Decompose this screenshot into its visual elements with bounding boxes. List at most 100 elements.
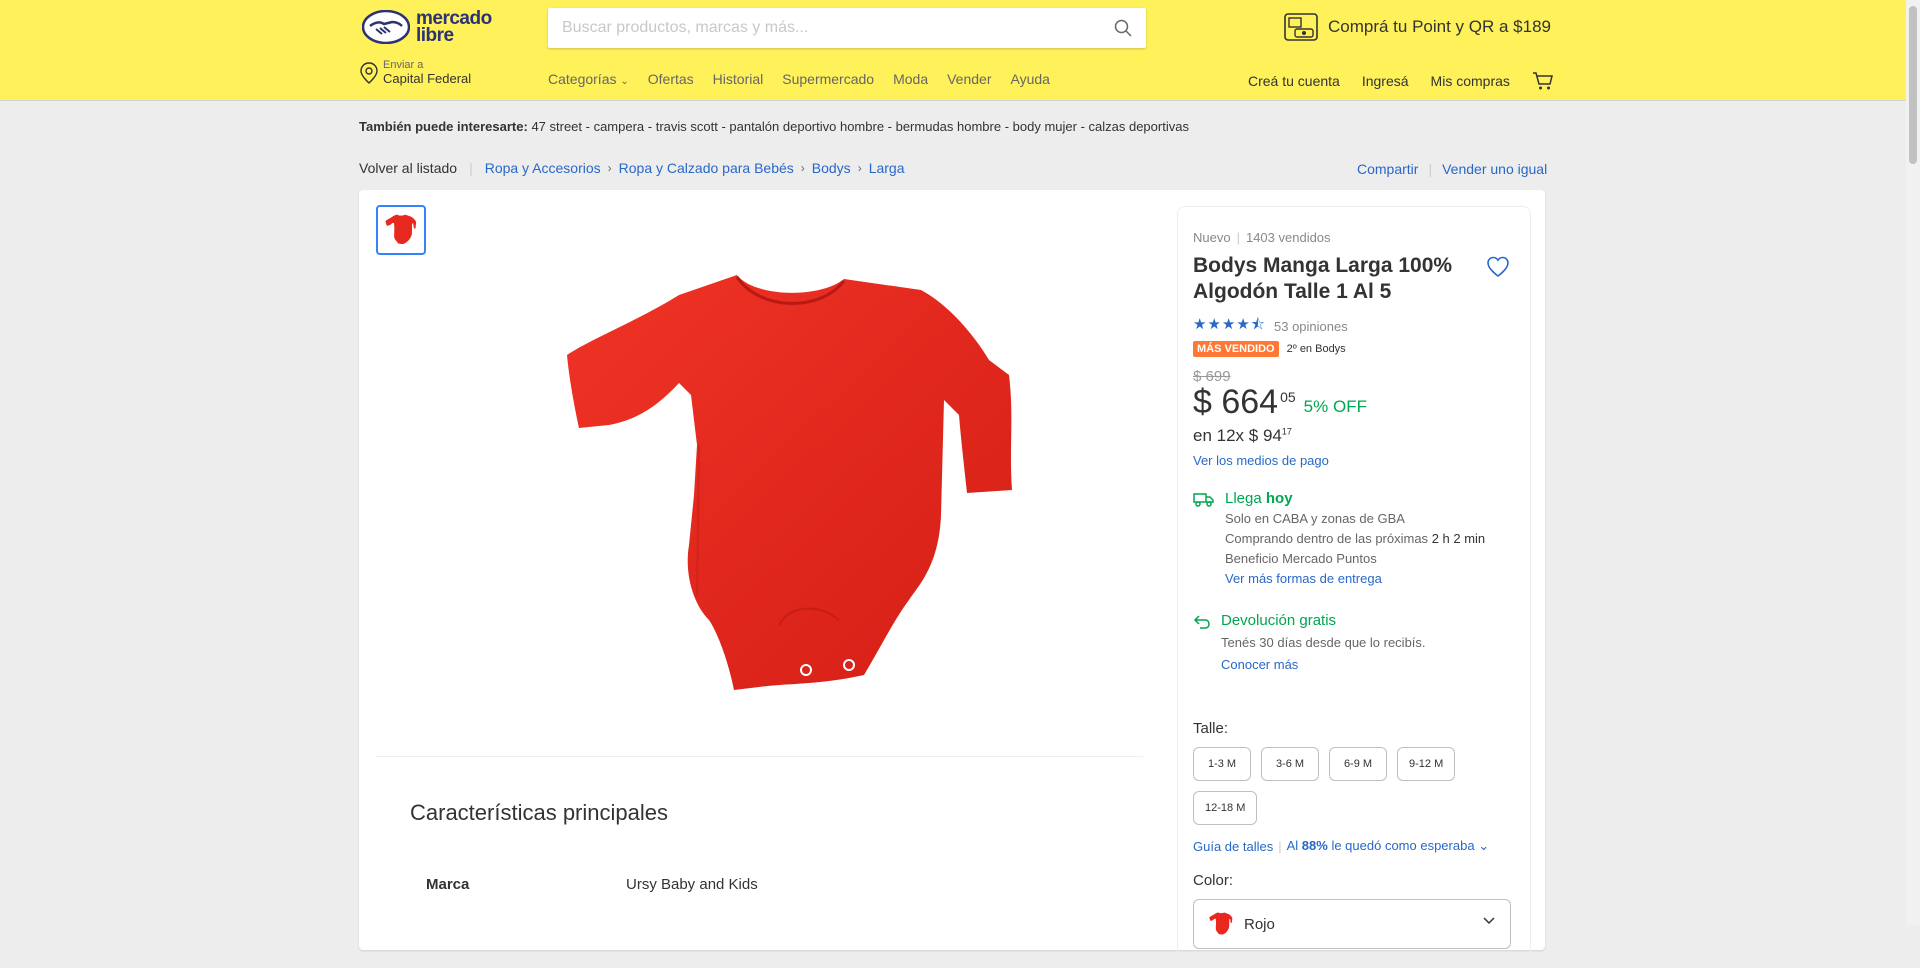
chevron-right-icon: ›	[800, 161, 805, 175]
share-link[interactable]: Compartir	[1357, 161, 1418, 177]
feature-value: Ursy Baby and Kids	[626, 876, 758, 893]
price: $ 664 05 5% OFF	[1193, 383, 1367, 422]
feature-key: Marca	[426, 876, 470, 893]
discount: 5% OFF	[1303, 397, 1367, 416]
nav-categorias[interactable]: Categorías ⌄	[548, 71, 629, 87]
fit-prefix: Al	[1286, 838, 1299, 853]
related-searches: También puede interesarte: 47 street - c…	[359, 119, 1189, 134]
color-swatch-image	[1209, 912, 1233, 935]
nav-ofertas[interactable]: Ofertas	[648, 71, 694, 87]
promo-text: Comprá tu Point y QR a $189	[1328, 17, 1552, 36]
feature-row: Marca Ursy Baby and Kids	[426, 876, 758, 893]
more-shipping-link[interactable]: Ver más formas de entrega	[1225, 569, 1485, 589]
size-option[interactable]: 3-6 M	[1261, 747, 1319, 781]
condition: Nuevo	[1193, 230, 1231, 245]
gallery-divider	[376, 756, 1143, 757]
sold-count: 1403 vendidos	[1245, 230, 1331, 245]
installments: en 12x $ 9417	[1193, 426, 1292, 446]
cart-icon[interactable]	[1532, 71, 1554, 91]
payment-methods-link[interactable]: Ver los medios de pago	[1193, 453, 1329, 468]
condition-line: Nuevo | 1403 vendidos	[1193, 230, 1331, 245]
gallery-thumbnail[interactable]	[376, 205, 426, 255]
nav-supermercado[interactable]: Supermercado	[782, 71, 874, 87]
breadcrumb-item[interactable]: Ropa y Calzado para Bebés	[619, 160, 794, 176]
chevron-right-icon: ›	[607, 161, 612, 175]
color-selected: Rojo	[1244, 915, 1275, 933]
returns-title: Devolución gratis	[1221, 612, 1337, 629]
shipping-title: Llega hoy	[1225, 489, 1485, 509]
create-account-link[interactable]: Creá tu cuenta	[1248, 73, 1340, 89]
shipping-title-bold: hoy	[1265, 490, 1293, 507]
shipping-countdown: 2 h 2 min	[1431, 531, 1486, 546]
breadcrumb-item[interactable]: Ropa y Accesorios	[485, 160, 601, 176]
breadcrumb-item[interactable]: Bodys	[812, 160, 851, 176]
best-seller-row: MÁS VENDIDO 2º en Bodys	[1193, 341, 1346, 357]
location-value: Capital Federal	[383, 71, 472, 86]
installments-text: en 12x $ 94	[1193, 426, 1282, 445]
product-card: Características principales Marca Ursy B…	[359, 190, 1545, 968]
size-options: 1-3 M 3-6 M 6-9 M 9-12 M 12-18 M	[1193, 747, 1493, 825]
category-rank[interactable]: 2º en Bodys	[1287, 343, 1346, 355]
breadcrumb: Volver al listado | Ropa y Accesorios › …	[359, 160, 905, 176]
size-guide-separator: |	[1278, 838, 1282, 854]
size-option[interactable]: 12-18 M	[1193, 791, 1258, 825]
fit-feedback[interactable]: Al 88% le quedó como esperaba ⌄	[1287, 838, 1489, 854]
rating-stars-icon: ★★★★⯪	[1193, 316, 1266, 333]
size-guide-row: Guía de talles | Al 88% le quedó como es…	[1193, 838, 1489, 854]
search-box	[548, 8, 1146, 48]
rating[interactable]: ★★★★⯪ 53 opiniones	[1193, 314, 1348, 339]
share-separator: |	[1428, 161, 1433, 177]
promo-banner[interactable]: Comprá tu Point y QR a $189	[1284, 13, 1551, 41]
nav-moda[interactable]: Moda	[893, 71, 928, 87]
breadcrumb-separator: |	[469, 160, 473, 176]
chevron-right-icon: ›	[857, 161, 862, 175]
share-actions: Compartir | Vender uno igual	[1357, 161, 1547, 177]
returns-line: Tenés 30 días desde que lo recibís.	[1221, 635, 1426, 650]
mercadolibre-logo[interactable]: mercado libre	[362, 9, 492, 46]
reviews-count: 53 opiniones	[1274, 319, 1348, 334]
sell-same-link[interactable]: Vender uno igual	[1442, 161, 1547, 177]
product-main-image[interactable]	[519, 265, 1059, 705]
nav-ayuda[interactable]: Ayuda	[1010, 71, 1049, 87]
login-link[interactable]: Ingresá	[1362, 73, 1409, 89]
location-label: Enviar a	[383, 59, 424, 71]
size-option[interactable]: 1-3 M	[1193, 747, 1251, 781]
nav-historial[interactable]: Historial	[713, 71, 764, 87]
price-cents: 05	[1280, 389, 1296, 405]
color-select[interactable]: Rojo	[1193, 899, 1511, 949]
my-purchases-link[interactable]: Mis compras	[1431, 73, 1510, 89]
size-option[interactable]: 9-12 M	[1397, 747, 1456, 781]
size-label: Talle:	[1193, 720, 1229, 737]
heart-icon[interactable]	[1486, 256, 1510, 278]
handshake-logo-icon	[362, 10, 410, 44]
back-to-list-link[interactable]: Volver al listado	[359, 160, 457, 176]
related-searches-items[interactable]: 47 street - campera - travis scott - pan…	[531, 119, 1189, 134]
size-guide-link[interactable]: Guía de talles	[1193, 839, 1273, 854]
returns-more-link[interactable]: Conocer más	[1221, 654, 1426, 676]
point-device-icon	[1284, 13, 1318, 41]
condition-separator: |	[1236, 230, 1240, 245]
main-nav: Categorías ⌄ Ofertas Historial Supermerc…	[548, 71, 1069, 87]
scrollbar-thumb[interactable]	[1909, 6, 1917, 164]
best-seller-badge: MÁS VENDIDO	[1193, 341, 1279, 357]
price-amount: $ 664	[1193, 383, 1279, 421]
location-selector[interactable]: Enviar a Capital Federal	[359, 59, 471, 87]
logo-text-2: libre	[416, 25, 454, 46]
page-scrollbar[interactable]	[1906, 0, 1920, 925]
size-option[interactable]: 6-9 M	[1329, 747, 1387, 781]
search-input[interactable]	[548, 8, 1096, 48]
fit-suffix: le quedó como esperaba	[1331, 838, 1475, 853]
shipping-line-1: Solo en CABA y zonas de GBA	[1225, 511, 1405, 526]
return-arrow-icon	[1193, 615, 1210, 629]
shipping-line-2: Comprando dentro de las próximas 2 h 2 m…	[1225, 529, 1485, 549]
related-searches-label: También puede interesarte:	[359, 119, 528, 134]
header: mercado libre Comprá tu Point y QR a $18…	[0, 0, 1906, 100]
product-title: Bodys Manga Larga 100% Algodón Talle 1 A…	[1193, 254, 1453, 303]
breadcrumb-item[interactable]: Larga	[869, 160, 905, 176]
chevron-down-icon: ⌄	[1478, 838, 1490, 853]
search-icon[interactable]	[1114, 19, 1132, 37]
shipping-info: Llega hoy Solo en CABA y zonas de GBA Co…	[1193, 489, 1485, 589]
nav-vender[interactable]: Vender	[947, 71, 991, 87]
fit-percent: 88%	[1301, 838, 1328, 853]
shipping-line-2-prefix: Comprando dentro de las próximas	[1225, 531, 1429, 546]
